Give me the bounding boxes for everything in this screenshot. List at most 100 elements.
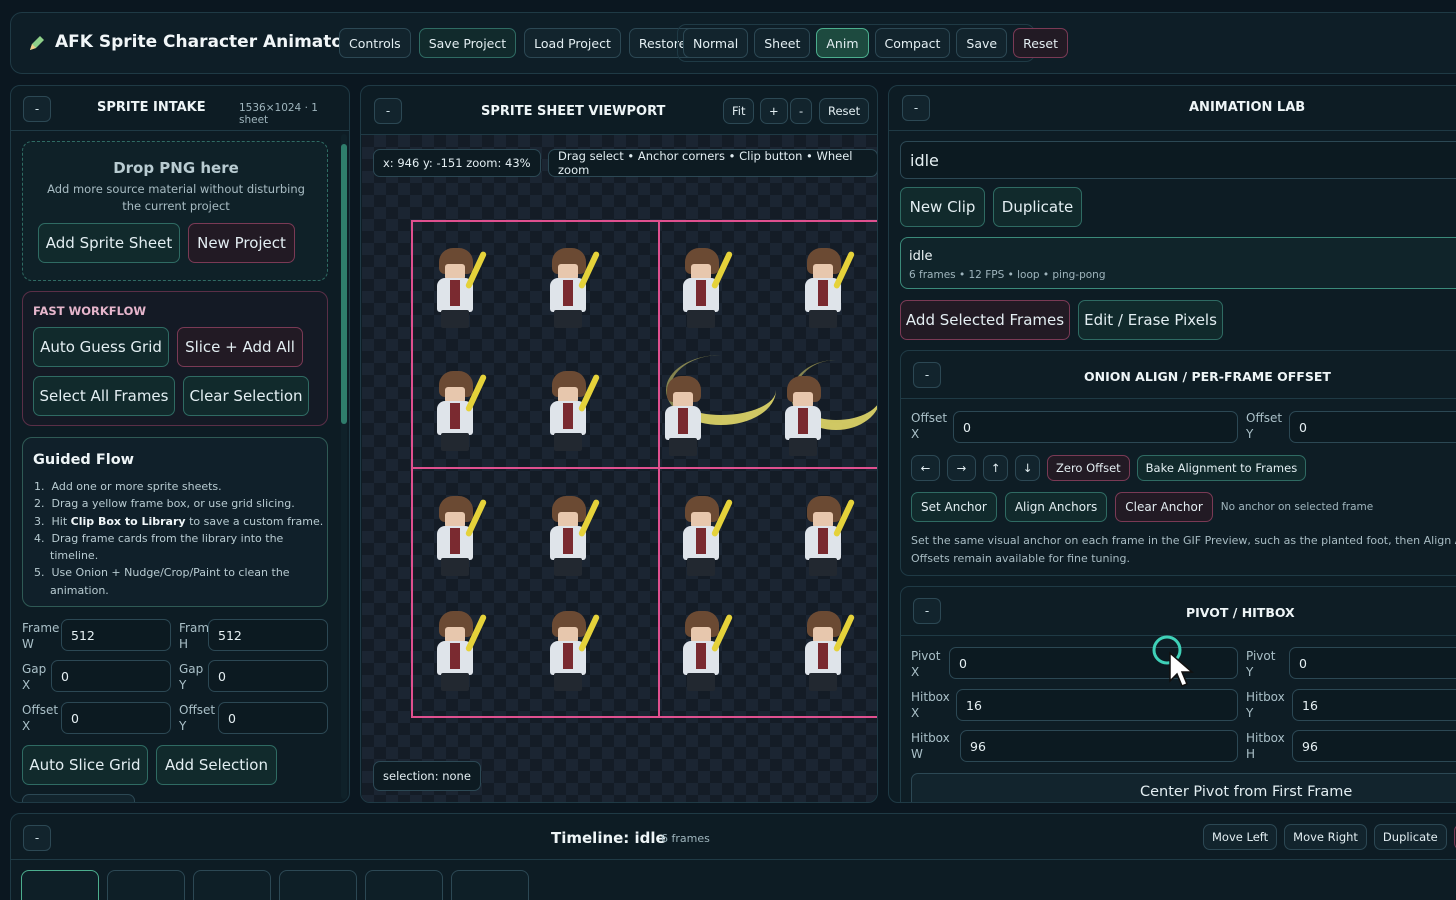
cursor-pointer-icon <box>1150 633 1196 691</box>
mode-anim-button[interactable]: Anim <box>816 28 869 58</box>
frame-h-input[interactable]: 512 <box>208 619 328 651</box>
pivot-y-input[interactable]: 0 <box>1289 647 1456 679</box>
move-left-button[interactable]: Move Left <box>1203 824 1278 850</box>
hitbox-x-input[interactable]: 16 <box>956 689 1238 721</box>
sprite-sheet-image[interactable] <box>411 220 877 718</box>
layout-reset-button[interactable]: Reset <box>1013 28 1069 58</box>
onion-offset-y-input[interactable]: 0 <box>1289 411 1456 443</box>
edit-erase-pixels-button[interactable]: Edit / Erase Pixels <box>1078 300 1223 340</box>
move-right-button[interactable]: Move Right <box>1284 824 1367 850</box>
timeline-frame-thumb[interactable] <box>451 870 529 900</box>
mode-normal-button[interactable]: Normal <box>683 28 749 58</box>
app-title: AFK Sprite Character Animator <box>55 32 352 52</box>
clip-card-meta: 6 frames • 12 FPS • loop • ping-pong <box>909 269 1106 281</box>
auto-guess-grid-button[interactable]: Auto Guess Grid <box>33 327 169 367</box>
partial-button[interactable] <box>22 794 135 802</box>
load-project-button[interactable]: Load Project <box>524 28 621 58</box>
nudge-left-button[interactable]: ← <box>911 455 940 481</box>
zoom-in-button[interactable]: + <box>760 98 788 124</box>
timeline-duplicate-button[interactable]: Duplicate <box>1373 824 1447 850</box>
clip-card[interactable]: idle 6 frames • 12 FPS • loop • ping-pon… <box>900 237 1456 289</box>
timeline-frame-thumb[interactable] <box>193 870 271 900</box>
fast-workflow-title: FAST WORKFLOW <box>33 304 147 318</box>
select-all-frames-button[interactable]: Select All Frames <box>33 376 175 416</box>
lab-collapse-button[interactable]: - <box>902 95 930 121</box>
auto-slice-grid-button[interactable]: Auto Slice Grid <box>22 745 148 785</box>
timeline-frame-thumb[interactable] <box>107 870 185 900</box>
clear-selection-button[interactable]: Clear Selection <box>183 376 309 416</box>
gap-x-input[interactable]: 0 <box>51 660 171 692</box>
new-clip-button[interactable]: New Clip <box>900 187 985 227</box>
clear-anchor-button[interactable]: Clear Anchor <box>1115 492 1213 522</box>
clip-name-input[interactable]: idle <box>900 141 1456 179</box>
offset-y-input[interactable]: 0 <box>218 702 328 734</box>
intake-collapse-button[interactable]: - <box>23 96 51 122</box>
gap-y-input[interactable]: 0 <box>208 660 328 692</box>
pivot-title: PIVOT / HITBOX <box>1186 605 1295 620</box>
offset-x-input[interactable]: 0 <box>61 702 171 734</box>
pencil-icon <box>27 33 47 53</box>
align-anchors-button[interactable]: Align Anchors <box>1004 492 1108 522</box>
viewport-collapse-button[interactable]: - <box>374 98 402 124</box>
new-project-button[interactable]: New Project <box>188 223 295 263</box>
grid-cell[interactable] <box>411 467 660 718</box>
center-pivot-button[interactable]: Center Pivot from First Frame <box>911 773 1456 802</box>
slice-add-all-button[interactable]: Slice + Add All <box>177 327 303 367</box>
nudge-up-button[interactable]: ↑ <box>983 455 1008 481</box>
timeline-frame-thumb[interactable] <box>279 870 357 900</box>
pivot-collapse-button[interactable]: - <box>913 598 941 624</box>
frame-w-input[interactable]: 512 <box>61 619 171 651</box>
timeline-frame-thumb[interactable] <box>21 870 99 900</box>
clip-card-title: idle <box>909 249 933 264</box>
coords-readout: x: 946 y: -151 zoom: 43% <box>373 149 541 177</box>
controls-button[interactable]: Controls <box>339 28 411 58</box>
sprite-canvas[interactable]: x: 946 y: -151 zoom: 43% Drag select • A… <box>362 135 877 802</box>
set-anchor-button[interactable]: Set Anchor <box>911 492 997 522</box>
hitbox-w-label: Hitbox W <box>911 731 950 761</box>
hitbox-h-input[interactable]: 96 <box>1292 730 1456 762</box>
no-anchor-status: No anchor on selected frame <box>1220 501 1374 513</box>
step-4: 4. Drag frame cards from the library int… <box>34 531 284 545</box>
viewport-hint: Drag select • Anchor corners • Clip butt… <box>548 149 877 177</box>
intake-scrollbar[interactable] <box>341 134 347 799</box>
mode-sheet-button[interactable]: Sheet <box>754 28 811 58</box>
grid-cell[interactable] <box>658 467 877 718</box>
viewport-reset-button[interactable]: Reset <box>819 98 870 124</box>
onion-offset-x-label: Offset X <box>911 411 948 441</box>
save-project-button[interactable]: Save Project <box>418 28 517 58</box>
zoom-out-button[interactable]: - <box>790 98 813 124</box>
mode-compact-button[interactable]: Compact <box>874 28 951 58</box>
drop-title: Drop PNG here <box>113 159 239 177</box>
offset-x-label: Offset X <box>22 703 59 733</box>
hitbox-h-label: Hitbox H <box>1246 731 1285 761</box>
add-sprite-sheet-button[interactable]: Add Sprite Sheet <box>38 223 180 263</box>
step-5: 5. Use Onion + Nudge/Crop/Paint to clean… <box>34 566 290 580</box>
timeline-frame-thumb[interactable] <box>365 870 443 900</box>
fit-button[interactable]: Fit <box>723 98 755 124</box>
grid-cell[interactable] <box>411 220 660 469</box>
hitbox-y-input[interactable]: 16 <box>1292 689 1456 721</box>
grid-cell[interactable] <box>658 220 877 469</box>
viewport-panel: - SPRITE SHEET VIEWPORT Fit + - Reset x:… <box>360 85 878 803</box>
layout-save-button[interactable]: Save <box>956 28 1008 58</box>
timeline-title: Timeline: idle <box>551 829 666 847</box>
nudge-right-button[interactable]: → <box>947 455 976 481</box>
lab-title: ANIMATION LAB <box>1189 100 1306 115</box>
onion-offset-x-input[interactable]: 0 <box>953 411 1238 443</box>
add-selection-button[interactable]: Add Selection <box>156 745 277 785</box>
onion-collapse-button[interactable]: - <box>913 362 941 388</box>
timeline-meta: 6 frames <box>661 832 710 845</box>
hitbox-w-input[interactable]: 96 <box>960 730 1238 762</box>
bake-alignment-button[interactable]: Bake Alignment to Frames <box>1136 455 1307 481</box>
step-2: 2. Drag a yellow frame box, or use grid … <box>34 497 295 511</box>
timeline-collapse-button[interactable]: - <box>23 825 51 851</box>
lab-duplicate-button[interactable]: Duplicate <box>993 187 1082 227</box>
frame-w-label: Frame W <box>22 621 60 651</box>
offset-y-label: Offset Y <box>179 703 216 733</box>
add-selected-frames-button[interactable]: Add Selected Frames <box>900 300 1070 340</box>
nudge-down-button[interactable]: ↓ <box>1015 455 1040 481</box>
zero-offset-button[interactable]: Zero Offset <box>1047 455 1130 481</box>
guided-flow-steps: 1. Add one or more sprite sheets. 2. Dra… <box>34 480 324 597</box>
fast-workflow-box: FAST WORKFLOW Auto Guess Grid Slice + Ad… <box>22 291 328 426</box>
drop-zone[interactable]: Drop PNG here Add more source material w… <box>22 141 328 281</box>
